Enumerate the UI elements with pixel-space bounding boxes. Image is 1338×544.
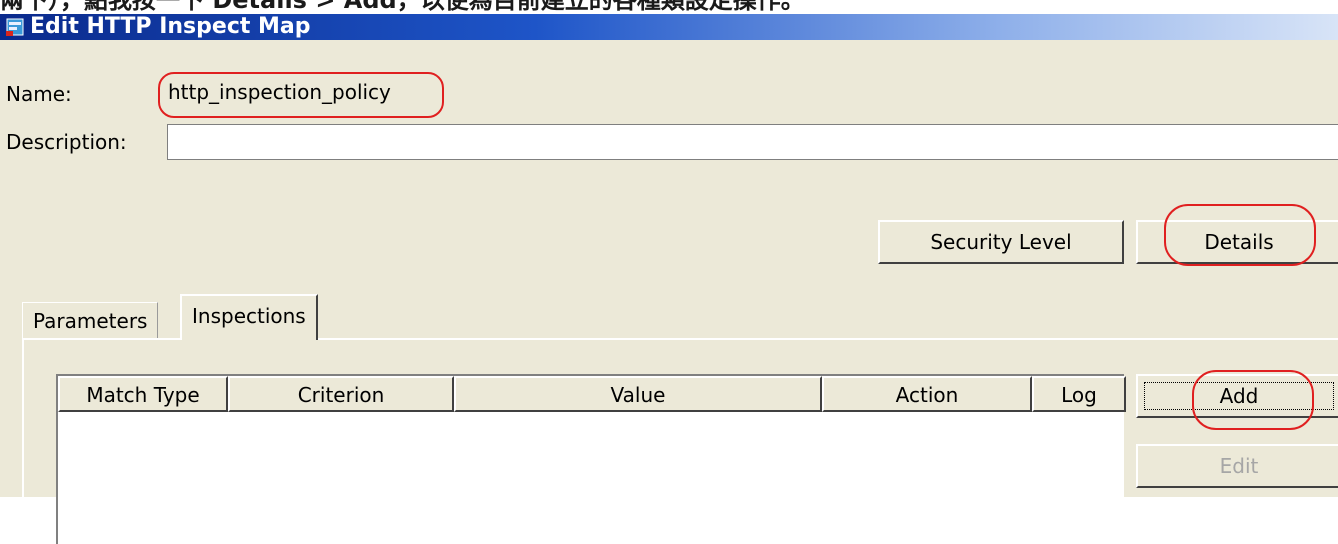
dialog-body: Name: http_inspection_policy Description…	[0, 40, 1338, 544]
column-header-value[interactable]: Value	[454, 376, 822, 412]
column-header-match-type[interactable]: Match Type	[58, 376, 228, 412]
window-title: Edit HTTP Inspect Map	[30, 14, 311, 39]
highlight-add-oval	[1192, 370, 1314, 430]
name-label: Name:	[6, 82, 72, 106]
instruction-caption: 兩下），點我按一下 Details > Add，以便為目前建立的各種類設定操作。	[0, 0, 805, 14]
column-header-action[interactable]: Action	[822, 376, 1032, 412]
description-field[interactable]	[167, 124, 1338, 160]
tab-inspections[interactable]: Inspections	[180, 294, 318, 340]
edit-button[interactable]: Edit	[1136, 444, 1338, 488]
tab-parameters[interactable]: Parameters	[22, 302, 159, 338]
app-icon	[6, 18, 24, 36]
inspections-table: Match Type Criterion Value Action Log	[56, 374, 1126, 544]
column-header-criterion[interactable]: Criterion	[228, 376, 454, 412]
window-titlebar: Edit HTTP Inspect Map	[0, 14, 1338, 40]
security-level-button[interactable]: Security Level	[878, 220, 1124, 264]
highlight-name-oval	[158, 72, 444, 118]
description-label: Description:	[6, 130, 127, 154]
highlight-details-oval	[1164, 204, 1316, 266]
column-header-log[interactable]: Log	[1032, 376, 1126, 412]
